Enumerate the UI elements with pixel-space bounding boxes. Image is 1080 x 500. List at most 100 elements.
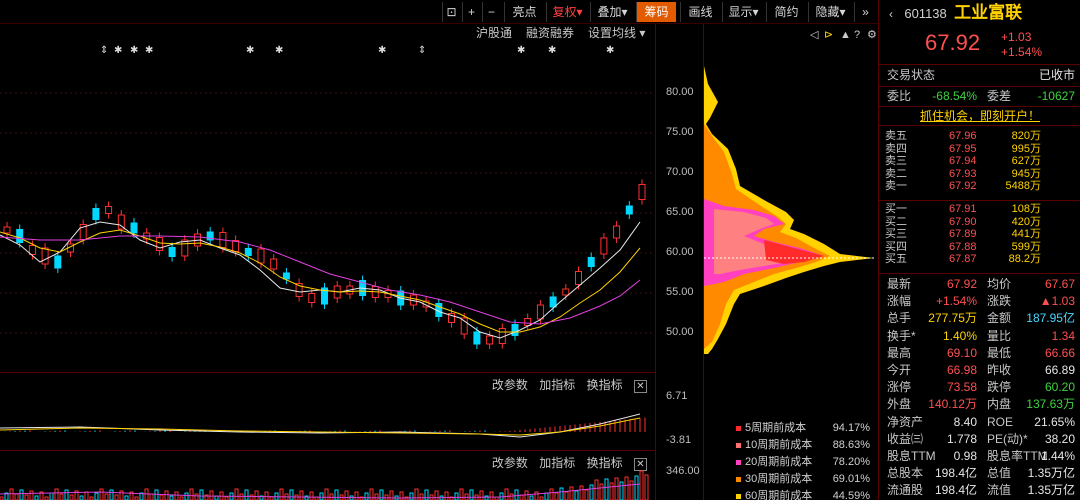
volume-bar [469,489,474,500]
buy-row[interactable]: 买二 67.90 420万 [879,216,1080,228]
stat-value: 1.44% [1040,449,1075,463]
highlight-button[interactable]: 亮点 [504,2,544,22]
overlay-button[interactable]: 叠加▾ [590,2,634,22]
candles [3,179,646,349]
volume-bar [174,491,179,500]
legend-label: 20周期前成本 [745,456,813,468]
stat-label: 最高 [887,345,912,360]
level-price: 67.95 [949,142,977,155]
level-label: 买三 [885,228,907,241]
candle-body [168,247,176,257]
level-volume: 5488万 [1005,180,1041,193]
edit-params-button[interactable]: 改参数 [492,456,528,470]
stat-value: 60.20 [1044,380,1075,395]
legend-row: 30周期前成本 69.01% [736,471,876,488]
buy-row[interactable]: 买三 67.89 441万 [879,228,1080,240]
svg-text:✱: ✱ [548,45,556,56]
volume-bar [114,494,119,500]
sell-row[interactable]: 卖三 67.94 627万 [879,155,1080,167]
add-indicator-button[interactable]: 加指标 [539,456,575,470]
chevron-left-icon[interactable]: ‹ [889,7,893,21]
volume-bar [189,488,194,500]
stat-label: 涨跌 [987,294,1012,309]
volume-bar [324,488,329,500]
macd-dea-line [0,417,641,436]
chip-help-icon: ? [854,29,860,41]
candlestick-chart[interactable]: ⇕ ✱ ✱ ✱ ✱ ✱ ✱ ⇕ ✱ ✱ ✱ [0,42,655,372]
legend-dot [736,425,741,431]
edit-params-button[interactable]: 改参数 [492,378,528,392]
draw-line-button[interactable]: 画线 [680,2,720,22]
volume-bar [264,491,269,500]
stats-row: 换手* 1.40% 量比 1.34 [879,328,1080,345]
minus-icon[interactable]: − [482,2,500,22]
level-price: 67.93 [949,167,977,180]
buy-row[interactable]: 买四 67.88 599万 [879,241,1080,253]
stats-row: 涨停 73.58 跌停 60.20 [879,379,1080,396]
display-label: 显示 [728,5,753,19]
volume-bar [594,479,599,500]
sell-row[interactable]: 卖四 67.95 995万 [879,143,1080,155]
volume-bar [154,489,159,500]
volume-bar [379,489,384,500]
stat-value: 1.778 [946,431,977,446]
candle-body [130,222,138,234]
stats-row: 净资产 8.40 ROE 21.65% [879,414,1080,431]
buy-row[interactable]: 买五 67.87 88.2万 [879,253,1080,265]
svg-text:✱: ✱ [606,45,614,56]
volume-bar [374,493,379,500]
legend-label: 5周期前成本 [745,422,807,434]
switch-indicator-button[interactable]: 换指标 [587,378,623,392]
stock-name: 工业富联 [954,3,1023,22]
sell-row[interactable]: 卖二 67.93 945万 [879,168,1080,180]
volume-bar [589,484,594,500]
level-price: 67.90 [949,215,977,228]
volume-chart[interactable] [0,470,655,500]
buy-row[interactable]: 买一 67.91 108万 [879,203,1080,215]
lock-icon[interactable]: ⊡ [442,2,460,22]
candle-body [486,335,494,345]
volume-bar [194,493,199,500]
more-icon[interactable]: » [854,2,876,22]
chip-distribution-chart[interactable]: ◁ ⊳ ▲ ? ⚙ [704,24,879,364]
chip-distribution-button[interactable]: 筹码 [636,2,676,22]
hk-connect-link[interactable]: 沪股通 [476,25,512,41]
volume-bar [9,488,14,500]
volume-bar [604,478,609,500]
volume-bar [579,485,584,500]
hide-button[interactable]: 隐藏▾ [808,2,852,22]
switch-indicator-button[interactable]: 换指标 [587,456,623,470]
ma-settings-link[interactable]: 设置均线 ▾ [588,25,645,41]
volume-bar [354,491,359,500]
stats-row: 总股本 198.4亿 总值 1.35万亿 [879,465,1080,482]
stock-code: 601138 [904,6,947,21]
plus-icon[interactable]: + [462,2,480,22]
candle-body [16,229,24,243]
macd-top-label: 6.71 [666,390,688,402]
volume-bar [599,483,604,500]
volume-bar [49,492,54,500]
simple-button[interactable]: 简约 [766,2,806,22]
display-button[interactable]: 显示▾ [722,2,764,22]
status-value: 已收市 [1038,68,1075,82]
volume-bar [334,489,339,500]
macd-chart[interactable] [0,392,655,452]
volume-bar [164,490,169,500]
volume-bar [14,493,19,500]
adjust-rights-button[interactable]: 复权▾ [546,2,588,22]
volume-bar [569,486,574,500]
volume-bar [409,492,414,500]
volume-top-label: 346.00 [666,465,700,477]
candle-body [117,214,125,230]
sell-row[interactable]: 卖五 67.96 820万 [879,130,1080,142]
margin-trading-link[interactable]: 融资融券 [526,25,574,41]
open-account-link[interactable]: 抓住机会，即刻开户！ [879,107,1080,124]
stat-value: 1.40% [942,328,977,343]
chip-controls: ◁ ⊳ ▲ ? ⚙ [810,29,877,41]
sell-row[interactable]: 卖一 67.92 5488万 [879,180,1080,192]
add-indicator-button[interactable]: 加指标 [539,378,575,392]
stat-value: +1.54% [935,294,977,309]
wb-value: -68.54% [932,89,977,103]
event-markers: ⇕ ✱ ✱ ✱ ✱ ✱ ✱ ⇕ ✱ ✱ ✱ [100,45,614,56]
candle-body [613,225,621,239]
